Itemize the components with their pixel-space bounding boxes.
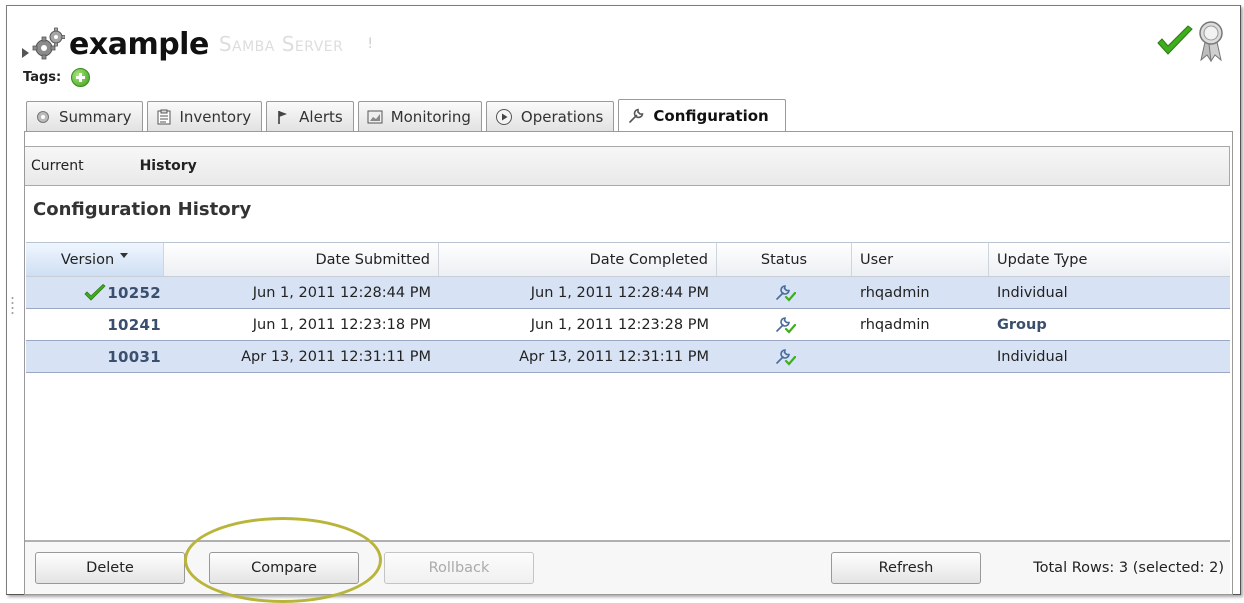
play-icon (495, 108, 512, 125)
tab-label: Alerts (299, 107, 343, 126)
user-cell: rhqadmin (860, 284, 930, 301)
column-header-user[interactable]: User (852, 243, 989, 276)
history-table: Version Date Submitted Date Completed St… (26, 242, 1230, 545)
column-label: Status (760, 251, 808, 268)
date-submitted-cell: Jun 1, 2011 12:28:44 PM (252, 284, 431, 301)
version-link[interactable]: 10241 (107, 316, 161, 334)
section-title: Configuration History (33, 199, 252, 220)
sort-descending-icon (120, 253, 129, 258)
tab-label: Monitoring (390, 107, 471, 126)
update-type-cell: Individual (997, 284, 1068, 301)
tab-monitoring[interactable]: Monitoring (357, 101, 482, 131)
compare-button[interactable]: Compare (209, 552, 359, 584)
date-completed-cell: Apr 13, 2011 12:31:11 PM (519, 348, 709, 365)
flag-icon (278, 110, 288, 124)
table-toolbar: Delete Compare Rollback Refresh Total Ro… (25, 540, 1230, 594)
resize-gripper-icon[interactable] (11, 296, 14, 318)
column-header-date-completed[interactable]: Date Completed (439, 243, 717, 276)
table-header: Version Date Submitted Date Completed St… (26, 243, 1230, 277)
user-cell: rhqadmin (860, 316, 930, 333)
table-row[interactable]: 10252 Jun 1, 2011 12:28:44 PM Jun 1, 201… (26, 277, 1230, 309)
status-cell (717, 277, 852, 308)
user-cell (852, 341, 989, 372)
refresh-button[interactable]: Refresh (831, 552, 981, 584)
column-label: Date Submitted (315, 251, 430, 268)
version-cell: 10031 (26, 341, 164, 372)
gears-icon (32, 27, 65, 60)
availability-up-icon (1157, 25, 1193, 55)
monitor-icon (367, 110, 383, 123)
date-completed-cell: Jun 1, 2011 12:28:44 PM (530, 284, 709, 301)
tab-configuration[interactable]: Configuration (618, 99, 786, 132)
tab-summary[interactable]: Summary (26, 101, 143, 131)
table-row[interactable]: 10031 Apr 13, 2011 12:31:11 PM Apr 13, 2… (26, 341, 1230, 373)
award-icon[interactable] (1196, 20, 1226, 62)
date-completed-cell: Jun 1, 2011 12:23:28 PM (530, 316, 709, 333)
tab-label: Inventory (179, 107, 252, 126)
expand-arrow-icon[interactable] (22, 48, 29, 58)
add-tag-icon[interactable] (71, 68, 91, 87)
tab-alerts[interactable]: Alerts (266, 101, 354, 131)
resource-name: example (69, 26, 209, 62)
column-header-date-submitted[interactable]: Date Submitted (164, 243, 439, 276)
column-label: User (860, 251, 894, 268)
version-cell: 10252 (26, 277, 164, 308)
date-submitted-cell: Jun 1, 2011 12:23:18 PM (252, 316, 431, 333)
column-label: Update Type (997, 251, 1088, 268)
version-cell: 10241 (26, 309, 164, 340)
success-wrench-icon (775, 284, 796, 302)
gear-icon (37, 110, 49, 123)
current-version-check-icon (84, 283, 106, 301)
tab-label: Summary (59, 107, 132, 126)
version-link[interactable]: 10252 (107, 284, 161, 302)
config-subtabs: Current History (25, 146, 1230, 186)
success-wrench-icon (775, 348, 796, 366)
date-submitted-cell: Apr 13, 2011 12:31:11 PM (241, 348, 431, 365)
tab-inventory[interactable]: Inventory (146, 101, 263, 131)
tags-label: Tags: (23, 70, 62, 85)
status-cell (717, 341, 852, 372)
tab-operations[interactable]: Operations (485, 101, 615, 131)
group-update-link[interactable]: Group (997, 317, 1047, 333)
tab-label: Configuration (653, 107, 769, 125)
column-header-update-type[interactable]: Update Type (989, 243, 1230, 276)
version-link[interactable]: 10031 (107, 348, 161, 366)
clipboard-icon (157, 109, 170, 124)
wrench-icon (629, 108, 644, 123)
update-type-cell: Group (989, 309, 1230, 340)
resource-header: example Samba Server ! (22, 24, 373, 64)
resource-type: Samba Server (218, 32, 344, 56)
rollback-button[interactable]: Rollback (384, 552, 534, 584)
status-cell (717, 309, 852, 340)
resource-type-suffix: ! (367, 36, 373, 52)
subtab-history[interactable]: History (134, 158, 203, 174)
column-header-version[interactable]: Version (26, 243, 164, 276)
table-row[interactable]: 10241 Jun 1, 2011 12:23:18 PM Jun 1, 201… (26, 309, 1230, 341)
subtab-current[interactable]: Current (25, 158, 90, 174)
total-rows-label: Total Rows: 3 (selected: 2) (1033, 560, 1224, 576)
column-header-status[interactable]: Status (717, 243, 852, 276)
update-type-cell: Individual (997, 348, 1068, 365)
delete-button[interactable]: Delete (35, 552, 185, 584)
success-wrench-icon (775, 316, 796, 334)
column-label: Date Completed (589, 251, 708, 268)
tags-bar: Tags: (23, 68, 91, 87)
configuration-panel: Current History Configuration History Ve… (24, 131, 1233, 595)
resource-tabs: Summary Inventory Alerts Monitoring Oper… (26, 99, 790, 132)
column-label: Version (60, 251, 115, 268)
tab-label: Operations (520, 107, 604, 126)
